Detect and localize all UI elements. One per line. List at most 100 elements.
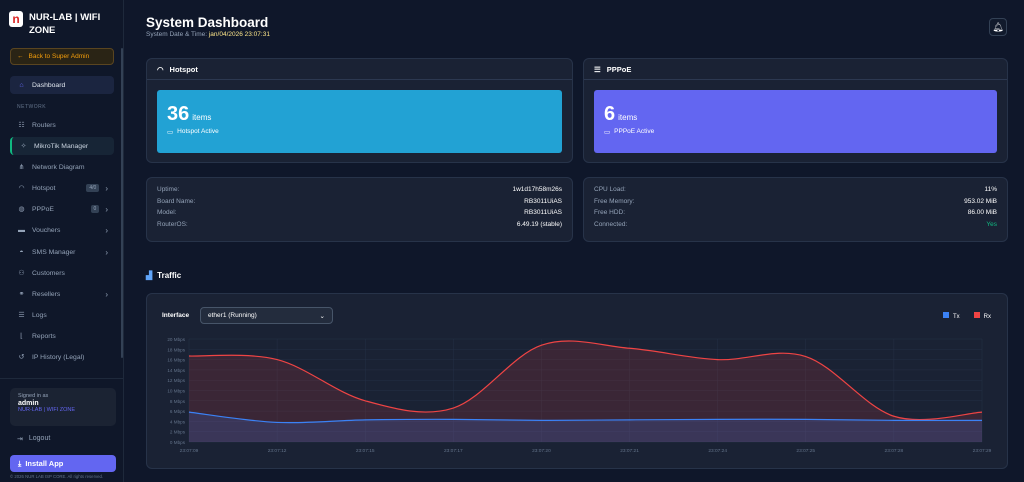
signed-in-box: Signed in as admin NUR-LAB | WIFI ZONE [10, 388, 116, 426]
sidebar-scrollbar[interactable] [121, 48, 123, 358]
chart-legend: Tx Rx [942, 312, 991, 320]
traffic-heading: ▟ Traffic [146, 271, 181, 280]
info-row-uptime: Uptime: 1w1d17h58m26s [157, 186, 562, 198]
pppoe-card: ☰ PPPoE 6 items ▭ PPPoE Active [583, 58, 1008, 163]
signed-in-label: Signed in as [18, 393, 49, 399]
chevron-right-icon: › [105, 225, 108, 235]
sidebar-item-sms-manager[interactable]: ◓ SMS Manager › [10, 243, 114, 261]
download-icon: ⤓ [18, 458, 22, 468]
server-icon: ☰ [594, 64, 601, 74]
laptop-icon: ▭ [167, 129, 174, 136]
diagram-icon: ⋔ [18, 164, 25, 171]
rx-swatch [973, 312, 980, 318]
hotspot-stat[interactable]: 36 items ▭ Hotspot Active [157, 90, 562, 153]
y-tick-label: 2 Mbps [170, 430, 186, 435]
y-tick-label: 14 Mbps [167, 368, 185, 373]
key: Free Memory: [594, 197, 635, 205]
value: 86.00 MiB [967, 209, 997, 216]
y-tick-label: 10 Mbps [167, 389, 185, 394]
sidebar-item-customers[interactable]: ⚇ Customers [10, 264, 114, 282]
section-network: NETWORK [17, 104, 47, 110]
globe-icon: ◍ [18, 206, 25, 213]
bell-icon: 🔔︎ [992, 21, 1004, 32]
handshake-icon: ⚭ [18, 291, 25, 298]
key: Model: [157, 209, 177, 216]
label: Network Diagram [32, 163, 85, 171]
x-tick-label: 23:07:25 [796, 448, 815, 454]
install-app-button[interactable]: ⤓ Install App [10, 455, 116, 472]
card-title: Hotspot [169, 64, 198, 74]
tx-swatch [942, 312, 949, 318]
y-tick-label: 6 Mbps [170, 409, 186, 414]
y-tick-label: 16 Mbps [167, 358, 185, 363]
x-tick-label: 23:07:21 [620, 448, 639, 454]
history-icon: ↺ [18, 354, 25, 361]
sidebar-item-routers[interactable]: ☷ Routers [10, 116, 114, 134]
hotspot-badge: 4/0 [86, 184, 100, 192]
logout-button[interactable]: ⇥ Logout [17, 435, 50, 443]
x-tick-label: 23:07:28 [885, 448, 904, 454]
x-tick-label: 23:07:20 [532, 448, 551, 454]
sidebar-item-ip-history[interactable]: ↺ IP History (Legal) [10, 348, 114, 366]
sidebar-item-hotspot[interactable]: ◠ Hotspot 4/0 › [10, 179, 114, 197]
y-tick-label: 20 Mbps [167, 337, 185, 342]
x-tick-label: 23:07:09 [180, 448, 199, 454]
legend-rx[interactable]: Rx [973, 312, 991, 320]
legend-label: Tx [952, 314, 960, 320]
x-tick-label: 23:07:24 [708, 448, 727, 454]
database-icon: ☰ [18, 312, 25, 319]
interface-select[interactable]: ether1 (Running) ⌄ [200, 307, 333, 324]
sitemap-icon: ☷ [18, 122, 25, 129]
y-tick-label: 8 Mbps [170, 399, 186, 404]
label: Customers [32, 269, 65, 277]
legend-label: Rx [983, 314, 991, 320]
info-row-memory: Free Memory: 953.02 MiB [594, 198, 997, 210]
y-tick-label: 0 Mbps [170, 440, 186, 445]
sidebar-item-network-diagram[interactable]: ⋔ Network Diagram [10, 158, 114, 176]
back-to-super-admin-button[interactable]: ← Back to Super Admin [10, 48, 114, 65]
value: Yes [986, 220, 997, 228]
key: Uptime: [157, 186, 180, 193]
value: 1w1d17h58m26s [512, 186, 562, 193]
interface-value: ether1 (Running) [208, 312, 257, 319]
sidebar-item-logs[interactable]: ☰ Logs [10, 306, 114, 324]
traffic-card: Interface ether1 (Running) ⌄ Tx Rx 0 Mbps… [146, 293, 1008, 469]
ticket-icon: ▬ [18, 226, 25, 234]
satellite-icon: ✧ [20, 143, 27, 150]
pppoe-stat[interactable]: 6 items ▭ PPPoE Active [594, 90, 997, 153]
chevron-right-icon: › [105, 247, 108, 257]
notifications-button[interactable]: 🔔︎ [989, 18, 1007, 36]
interface-label: Interface [162, 312, 190, 319]
y-tick-label: 12 Mbps [167, 378, 185, 383]
x-tick-label: 23:07:12 [268, 448, 287, 454]
datetime-label: System Date & Time: [146, 31, 208, 38]
label: MikroTik Manager [34, 142, 89, 150]
info-row-hdd: Free HDD: 86.00 MiB [594, 209, 997, 221]
value: 953.02 MiB [964, 197, 997, 205]
legend-tx[interactable]: Tx [942, 312, 960, 320]
brand-name: NUR-LAB | WIFI ZONE [29, 12, 101, 36]
label: Dashboard [32, 81, 66, 89]
copyright: © 2026 NUR LAB ISP CORE. All rights rese… [10, 474, 104, 479]
info-row-routeros: RouterOS: 6.49.19 (stable) [157, 221, 562, 233]
brand[interactable]: n NUR-LAB | WIFI ZONE [9, 11, 109, 37]
sidebar-item-vouchers[interactable]: ▬ Vouchers › [10, 221, 114, 239]
key: RouterOS: [157, 220, 188, 228]
chevron-right-icon: › [105, 204, 108, 214]
info-row-model: Model: RB3011UiAS [157, 209, 562, 221]
sidebar-item-mikrotik-manager[interactable]: ✧ MikroTik Manager [10, 137, 114, 155]
resources-card: CPU Load: 11% Free Memory: 953.02 MiB Free… [583, 177, 1008, 242]
sidebar-item-resellers[interactable]: ⚭ Resellers › [10, 285, 114, 303]
label: Reports [32, 332, 56, 340]
info-row-cpu: CPU Load: 11% [594, 186, 997, 198]
chevron-right-icon: › [105, 183, 108, 193]
org-name: NUR-LAB | WIFI ZONE [18, 407, 76, 413]
traffic-title: Traffic [157, 271, 182, 280]
area-chart-icon: ▟ [146, 271, 153, 280]
label: Vouchers [32, 226, 61, 234]
sidebar-item-dashboard[interactable]: ⌂ Dashboard [10, 76, 114, 94]
sidebar-item-pppoe[interactable]: ◍ PPPoE 0 › [10, 200, 114, 218]
label: Logs [32, 311, 47, 319]
y-tick-label: 18 Mbps [167, 347, 185, 352]
sidebar-item-reports[interactable]: ⌊ Reports [10, 327, 114, 345]
